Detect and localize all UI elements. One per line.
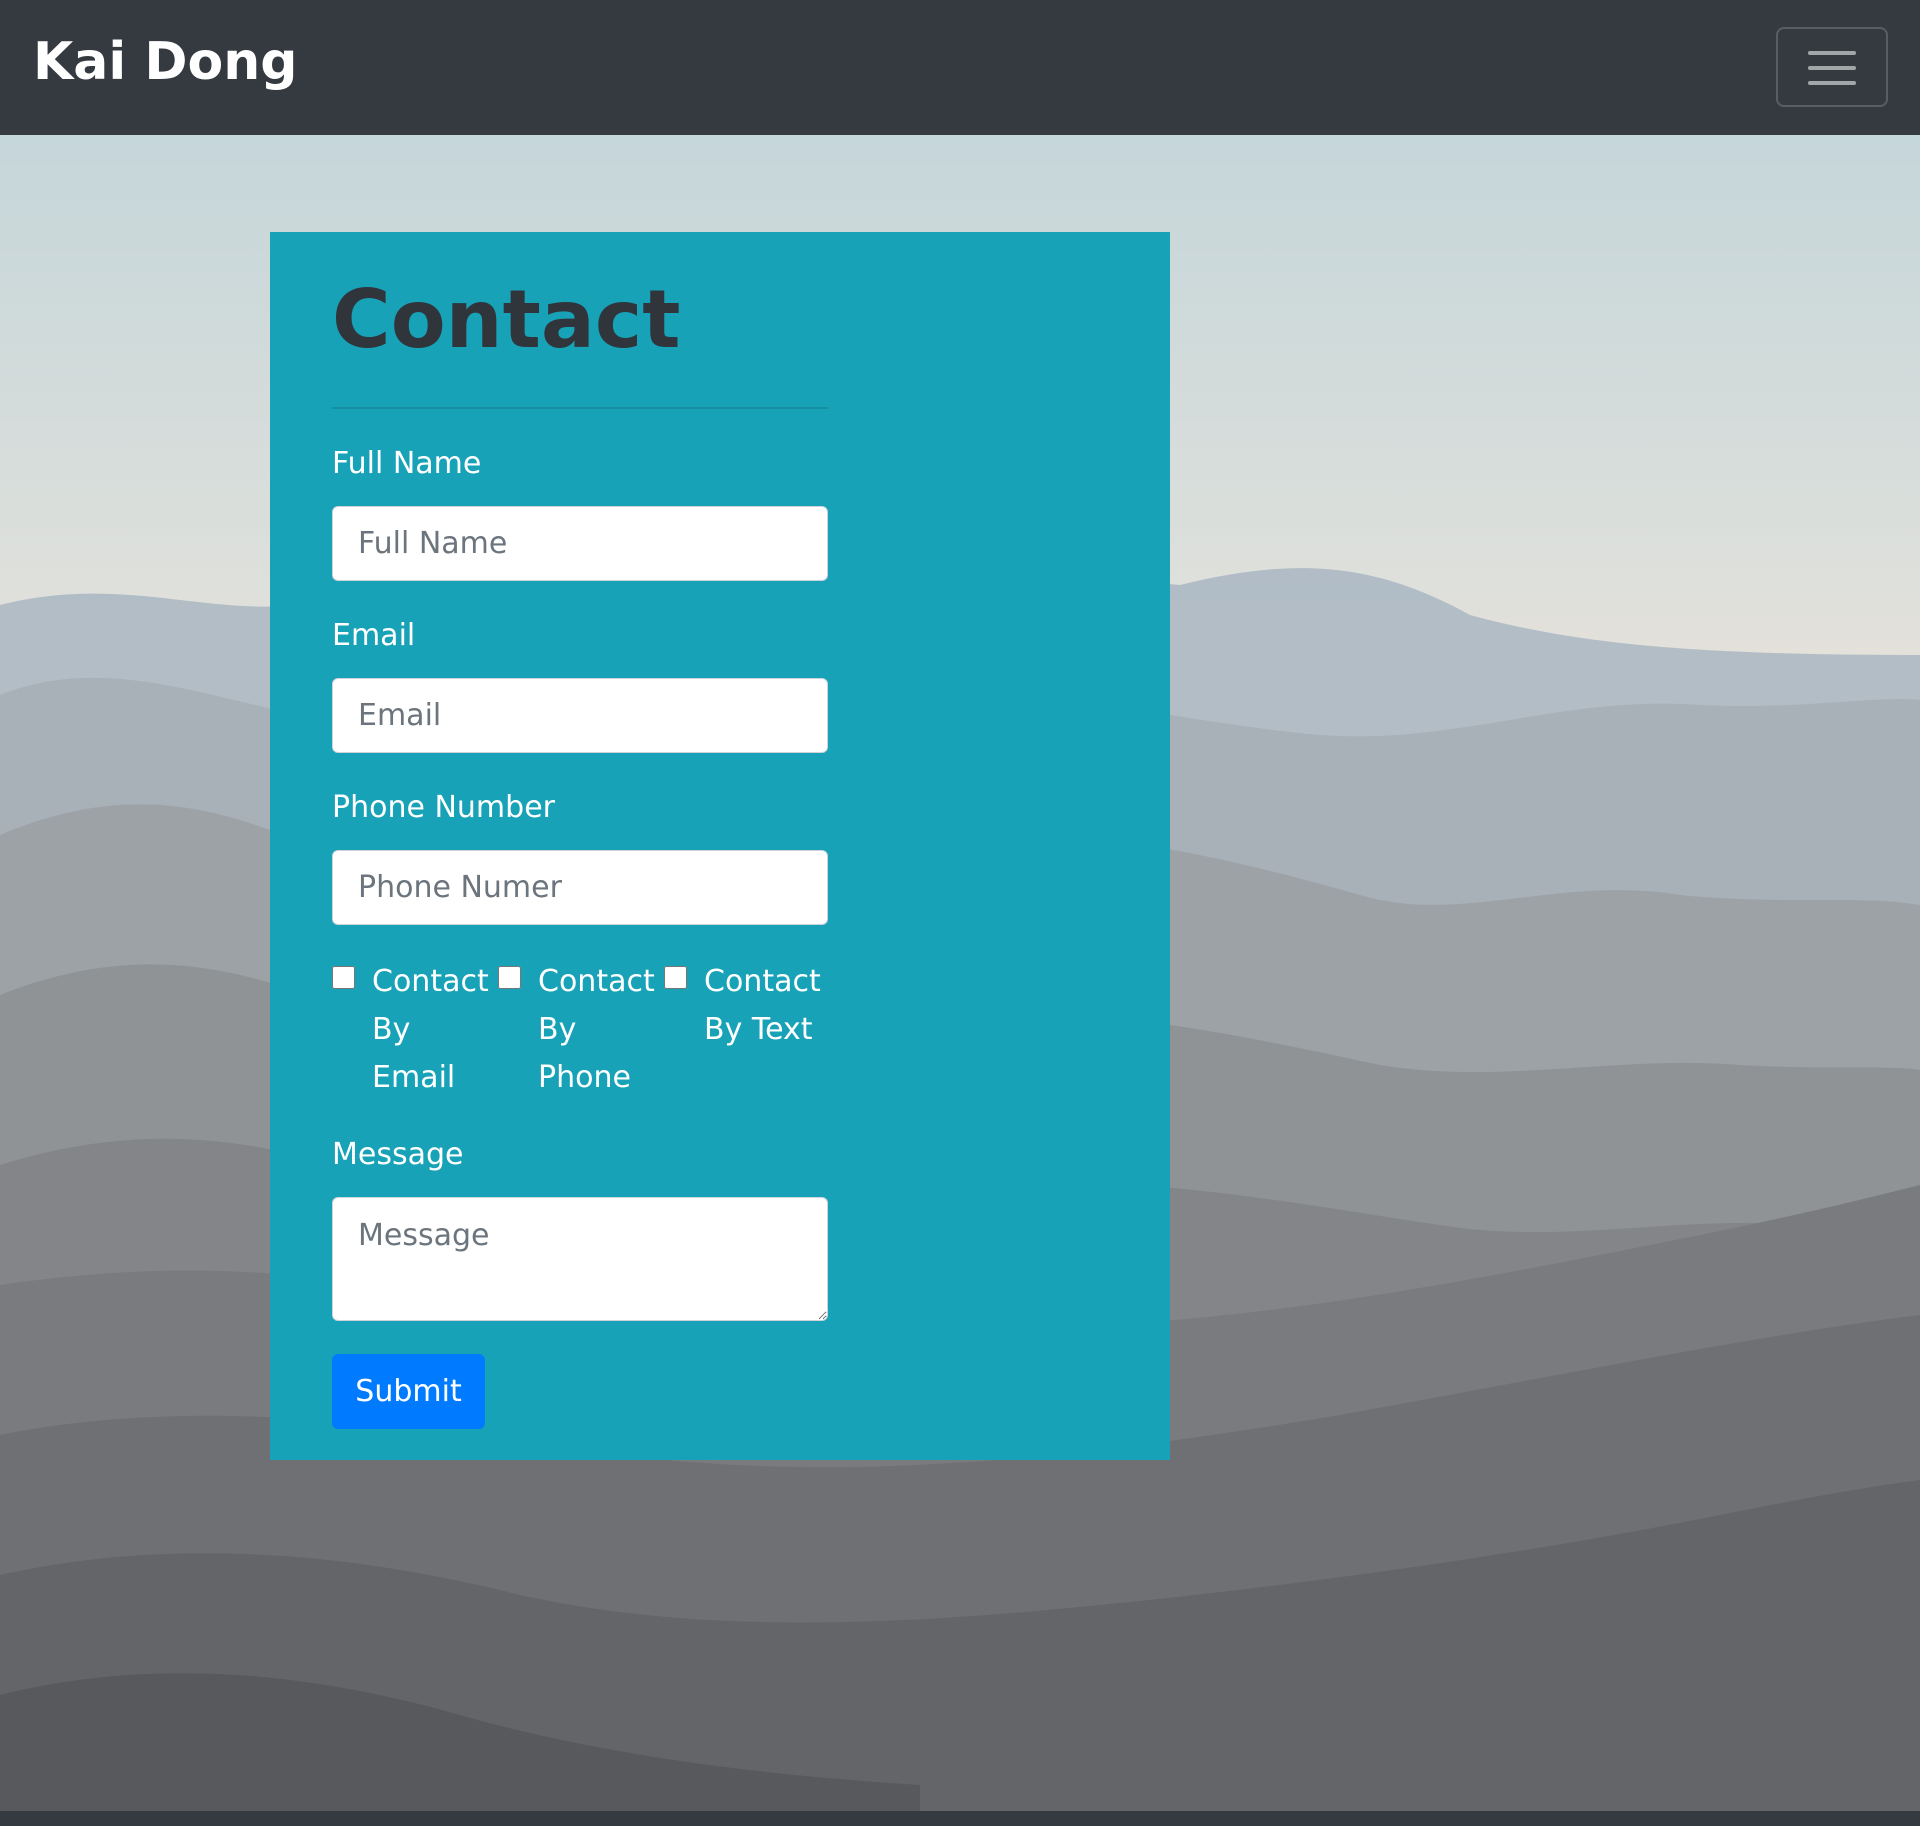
contact-by-email-checkbox[interactable] [332, 966, 355, 989]
title-divider [332, 407, 828, 409]
contact-by-phone-label: Contact By Phone [538, 964, 655, 1095]
email-input[interactable] [332, 678, 828, 753]
navbar-brand[interactable]: Kai Dong [33, 28, 297, 96]
phone-label: Phone Number [332, 790, 555, 825]
contact-by-text-checkbox[interactable] [664, 966, 687, 989]
phone-input[interactable] [332, 850, 828, 925]
submit-button[interactable]: Submit [332, 1354, 485, 1429]
contact-by-email-label: Contact By Email [372, 964, 489, 1095]
email-label: Email [332, 618, 416, 653]
contact-title: Contact [332, 273, 681, 366]
contact-by-text-label: Contact By Text [704, 964, 821, 1047]
full-name-input[interactable] [332, 506, 828, 581]
full-name-label: Full Name [332, 446, 482, 481]
message-label: Message [332, 1137, 464, 1172]
contact-card: Contact Full Name Email Phone Number Con… [270, 232, 1170, 1460]
navbar: Kai Dong [0, 0, 1920, 135]
footer-strip [0, 1811, 1920, 1826]
contact-by-phone-checkbox[interactable] [498, 966, 521, 989]
navbar-toggler-button[interactable] [1776, 27, 1888, 107]
message-textarea[interactable] [332, 1197, 828, 1321]
